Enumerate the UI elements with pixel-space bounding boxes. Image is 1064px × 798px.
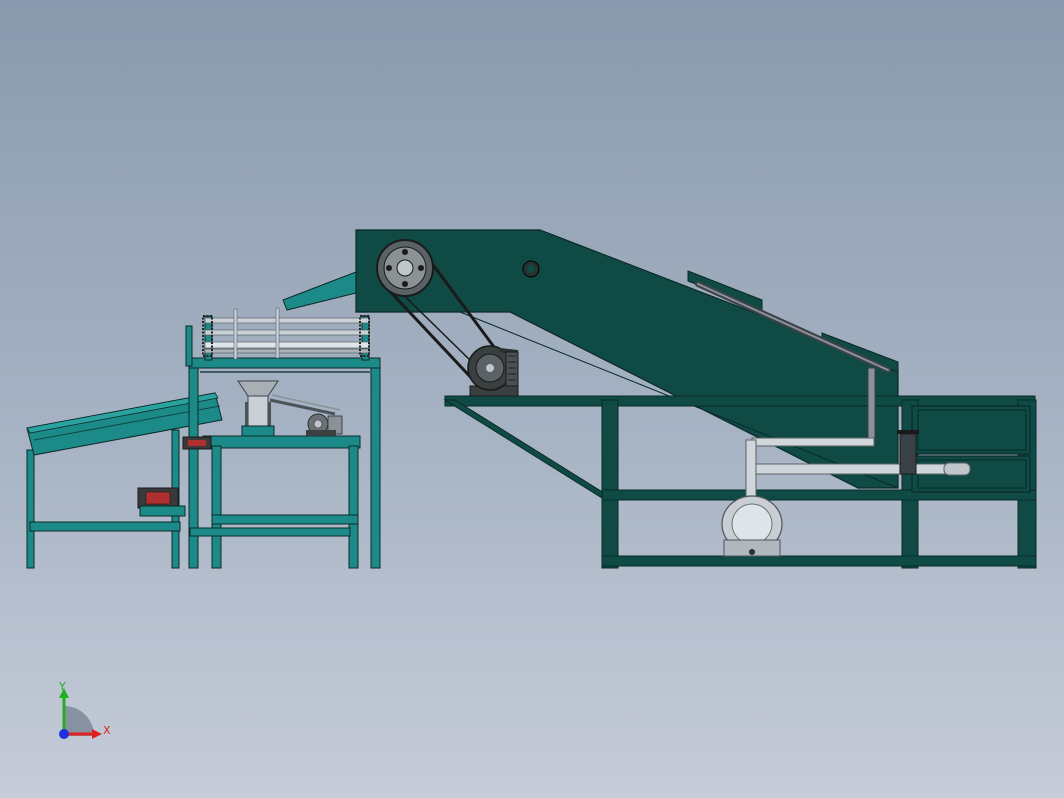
triad-arc — [64, 706, 94, 736]
y-axis-label: Y — [58, 680, 66, 693]
blower-fan — [721, 495, 783, 557]
cad-viewport[interactable]: Y X — [0, 0, 1064, 798]
machine-assembly-drawing: Y X — [26, 229, 1037, 739]
coordinate-triad: Y X — [58, 680, 111, 739]
drive-motor — [467, 345, 519, 397]
z-axis-dot — [59, 729, 69, 739]
roller-chain-assembly — [202, 307, 370, 360]
hopper-feeder-unit — [237, 380, 343, 437]
chute-to-drum — [282, 271, 357, 311]
x-axis-label: X — [103, 724, 111, 737]
